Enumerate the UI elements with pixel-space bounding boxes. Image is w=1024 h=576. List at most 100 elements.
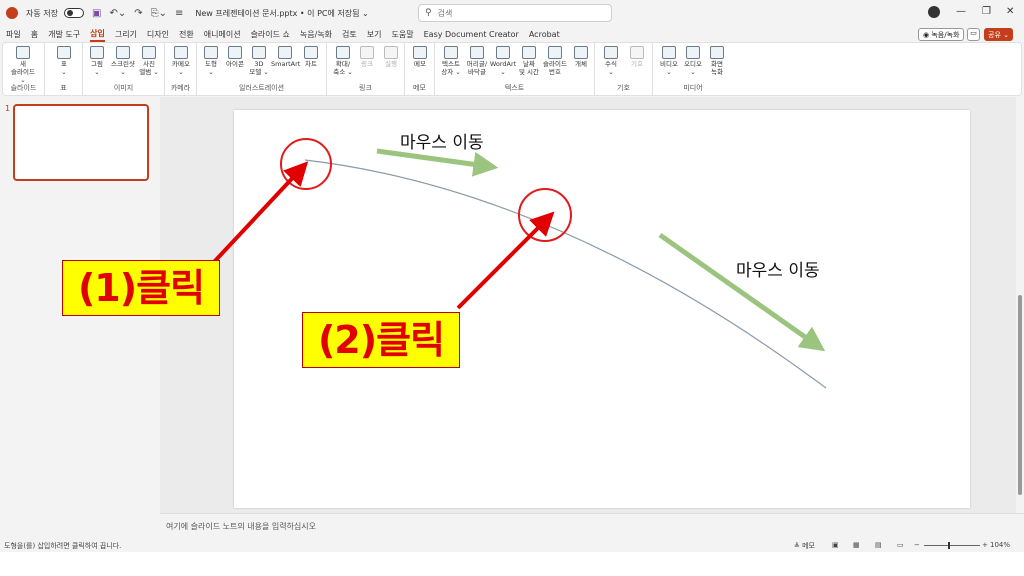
- redo-icon[interactable]: ↷: [134, 8, 142, 19]
- powerpoint-logo-icon: [6, 7, 18, 19]
- ribbon-group-comments: 메모 메모: [405, 43, 435, 95]
- wordart-icon: [496, 46, 510, 59]
- tab-help[interactable]: 도움말: [392, 28, 414, 41]
- search-input[interactable]: [437, 8, 588, 18]
- minimize-button[interactable]: —: [956, 6, 966, 17]
- textbox-button[interactable]: 텍스트 상자 ⌄: [437, 46, 465, 76]
- smartart-icon: [278, 46, 292, 59]
- table-icon: [57, 46, 71, 59]
- calendar-icon: [522, 46, 536, 59]
- tab-view[interactable]: 보기: [367, 28, 382, 41]
- slide-thumbnail[interactable]: [13, 104, 149, 181]
- new-slide-icon: [16, 46, 30, 59]
- menu-tabs: 파일 홈 개발 도구 삽입 그리기 디자인 전환 애니메이션 슬라이드 쇼 녹음…: [0, 26, 1024, 42]
- save-icon[interactable]: ▣: [92, 8, 101, 19]
- tab-animations[interactable]: 애니메이션: [204, 28, 241, 41]
- new-slide-button[interactable]: 새 슬라이드 ⌄: [9, 46, 37, 84]
- slideshow-view-icon[interactable]: ▭: [897, 541, 904, 549]
- mouse-move-label-1[interactable]: 마우스 이동: [400, 128, 484, 153]
- date-time-button[interactable]: 날짜 및 시간: [515, 46, 543, 76]
- zoom-slider[interactable]: [924, 545, 980, 546]
- header-footer-icon: [470, 46, 484, 59]
- scrollbar-thumb[interactable]: [1018, 295, 1022, 495]
- header-footer-button[interactable]: 머리글/ 바닥글: [463, 46, 491, 76]
- close-button[interactable]: ✕: [1006, 6, 1014, 17]
- object-icon: [574, 46, 588, 59]
- notes-pane[interactable]: 여기에 슬라이드 노트의 내용을 입력하십시오: [160, 513, 1024, 539]
- chart-button[interactable]: 차트: [297, 46, 325, 68]
- comment-insert-button[interactable]: 메모: [406, 46, 434, 68]
- mouse-move-label-2[interactable]: 마우스 이동: [736, 256, 820, 281]
- search-box[interactable]: ⚲: [418, 4, 612, 22]
- zoom-level[interactable]: 104%: [990, 541, 1010, 549]
- action-icon: [384, 46, 398, 59]
- group-label: 미디어: [683, 84, 703, 92]
- comment-icon: [413, 46, 427, 59]
- group-label: 슬라이드: [10, 84, 37, 92]
- tab-record[interactable]: 녹음/녹화: [300, 28, 332, 41]
- zoom-out-icon[interactable]: −: [914, 541, 920, 549]
- screen-recording-button[interactable]: 화면 녹화: [703, 46, 731, 76]
- 3d-models-button[interactable]: 3D 모델 ⌄: [245, 46, 273, 76]
- slide-canvas[interactable]: [234, 110, 970, 508]
- ribbon-group-text: 텍스트 상자 ⌄ 머리글/ 바닥글 WordArt ⌄ 날짜 및 시간 슬라이드…: [435, 43, 595, 95]
- tab-design[interactable]: 디자인: [147, 28, 169, 41]
- tab-home[interactable]: 홈: [31, 28, 38, 41]
- wordart-button[interactable]: WordArt ⌄: [489, 46, 517, 76]
- share-button[interactable]: 공유 ⌄: [984, 28, 1013, 41]
- tab-draw[interactable]: 그리기: [115, 28, 137, 41]
- group-label: 이미지: [113, 84, 134, 92]
- customize-qat-icon[interactable]: ≡: [175, 8, 183, 19]
- callout-click-2[interactable]: (2)클릭: [302, 312, 460, 368]
- photo-album-icon: [142, 46, 156, 59]
- equation-button[interactable]: 수식 ⌄: [597, 46, 625, 76]
- notes-toggle-button[interactable]: ≜ 메모: [794, 541, 815, 551]
- autosave-toggle[interactable]: [63, 8, 84, 18]
- ribbon-group-slides: 새 슬라이드 ⌄ 슬라이드: [3, 43, 45, 95]
- ribbon: 새 슬라이드 ⌄ 슬라이드 표 ⌄ 표 그림 ⌄ 스크린샷 ⌄ 사진 앨범 ⌄ …: [2, 42, 1022, 96]
- screenshot-button[interactable]: 스크린샷 ⌄: [109, 46, 137, 76]
- table-button[interactable]: 표 ⌄: [50, 46, 78, 76]
- ribbon-group-media: 비디오 ⌄ 오디오 ⌄ 화면 녹화 미디어: [653, 43, 733, 95]
- restore-button[interactable]: ❐: [982, 6, 991, 17]
- slide-number-label: 1: [5, 104, 11, 113]
- object-button[interactable]: 개체: [567, 46, 595, 68]
- cameo-button[interactable]: 카메오 ⌄: [167, 46, 195, 76]
- tab-acrobat[interactable]: Acrobat: [529, 29, 560, 40]
- group-label: 링크: [359, 84, 372, 92]
- tab-insert[interactable]: 삽입: [90, 27, 105, 42]
- cameo-icon: [174, 46, 188, 59]
- picture-button[interactable]: 그림 ⌄: [83, 46, 111, 76]
- slide-sorter-icon[interactable]: ▦: [853, 541, 860, 549]
- tab-file[interactable]: 파일: [6, 28, 21, 41]
- symbol-button[interactable]: 기호: [623, 46, 651, 68]
- tab-easy-document-creator[interactable]: Easy Document Creator: [424, 29, 519, 40]
- slide-number-button[interactable]: 슬라이드 번호: [541, 46, 569, 76]
- notes-placeholder: 여기에 슬라이드 노트의 내용을 입력하십시오: [166, 522, 317, 531]
- avatar[interactable]: [928, 6, 940, 18]
- record-button[interactable]: ◉ 녹음/녹화: [918, 28, 965, 41]
- tab-transitions[interactable]: 전환: [179, 28, 194, 41]
- smartart-button[interactable]: SmartArt: [271, 46, 300, 68]
- normal-view-icon[interactable]: ▣: [832, 541, 839, 549]
- reading-view-icon[interactable]: ▤: [875, 541, 882, 549]
- 3d-model-icon: [252, 46, 266, 59]
- tab-developer[interactable]: 개발 도구: [48, 28, 80, 41]
- zoom-in-icon[interactable]: +: [982, 541, 988, 549]
- ribbon-group-illustrations: 도형 ⌄ 아이콘 3D 모델 ⌄ SmartArt 차트 일러스트레이션: [197, 43, 327, 95]
- action-button[interactable]: 실행: [377, 46, 405, 68]
- zoom-slider-thumb[interactable]: [948, 542, 950, 549]
- status-message: 도형을(를) 삽입하려면 클릭하여 끕니다.: [4, 542, 122, 550]
- tab-review[interactable]: 검토: [342, 28, 357, 41]
- document-title[interactable]: New 프레젠테이션 문서.pptx • 이 PC에 저장됨 ⌄: [195, 8, 368, 19]
- group-label: 표: [60, 84, 67, 92]
- ribbon-group-camera: 카메오 ⌄ 카메라: [165, 43, 197, 95]
- comment-button[interactable]: ▭: [967, 28, 980, 41]
- callout-click-1[interactable]: (1)클릭: [62, 260, 220, 316]
- tab-slideshow[interactable]: 슬라이드 쇼: [251, 28, 290, 41]
- undo-icon[interactable]: ↶⌄: [109, 8, 126, 19]
- status-bar: 도형을(를) 삽입하려면 클릭하여 끕니다.: [0, 540, 1024, 552]
- slideshow-icon[interactable]: ⎘⌄: [151, 8, 167, 19]
- photo-album-button[interactable]: 사진 앨범 ⌄: [135, 46, 163, 76]
- speaker-icon: [686, 46, 700, 59]
